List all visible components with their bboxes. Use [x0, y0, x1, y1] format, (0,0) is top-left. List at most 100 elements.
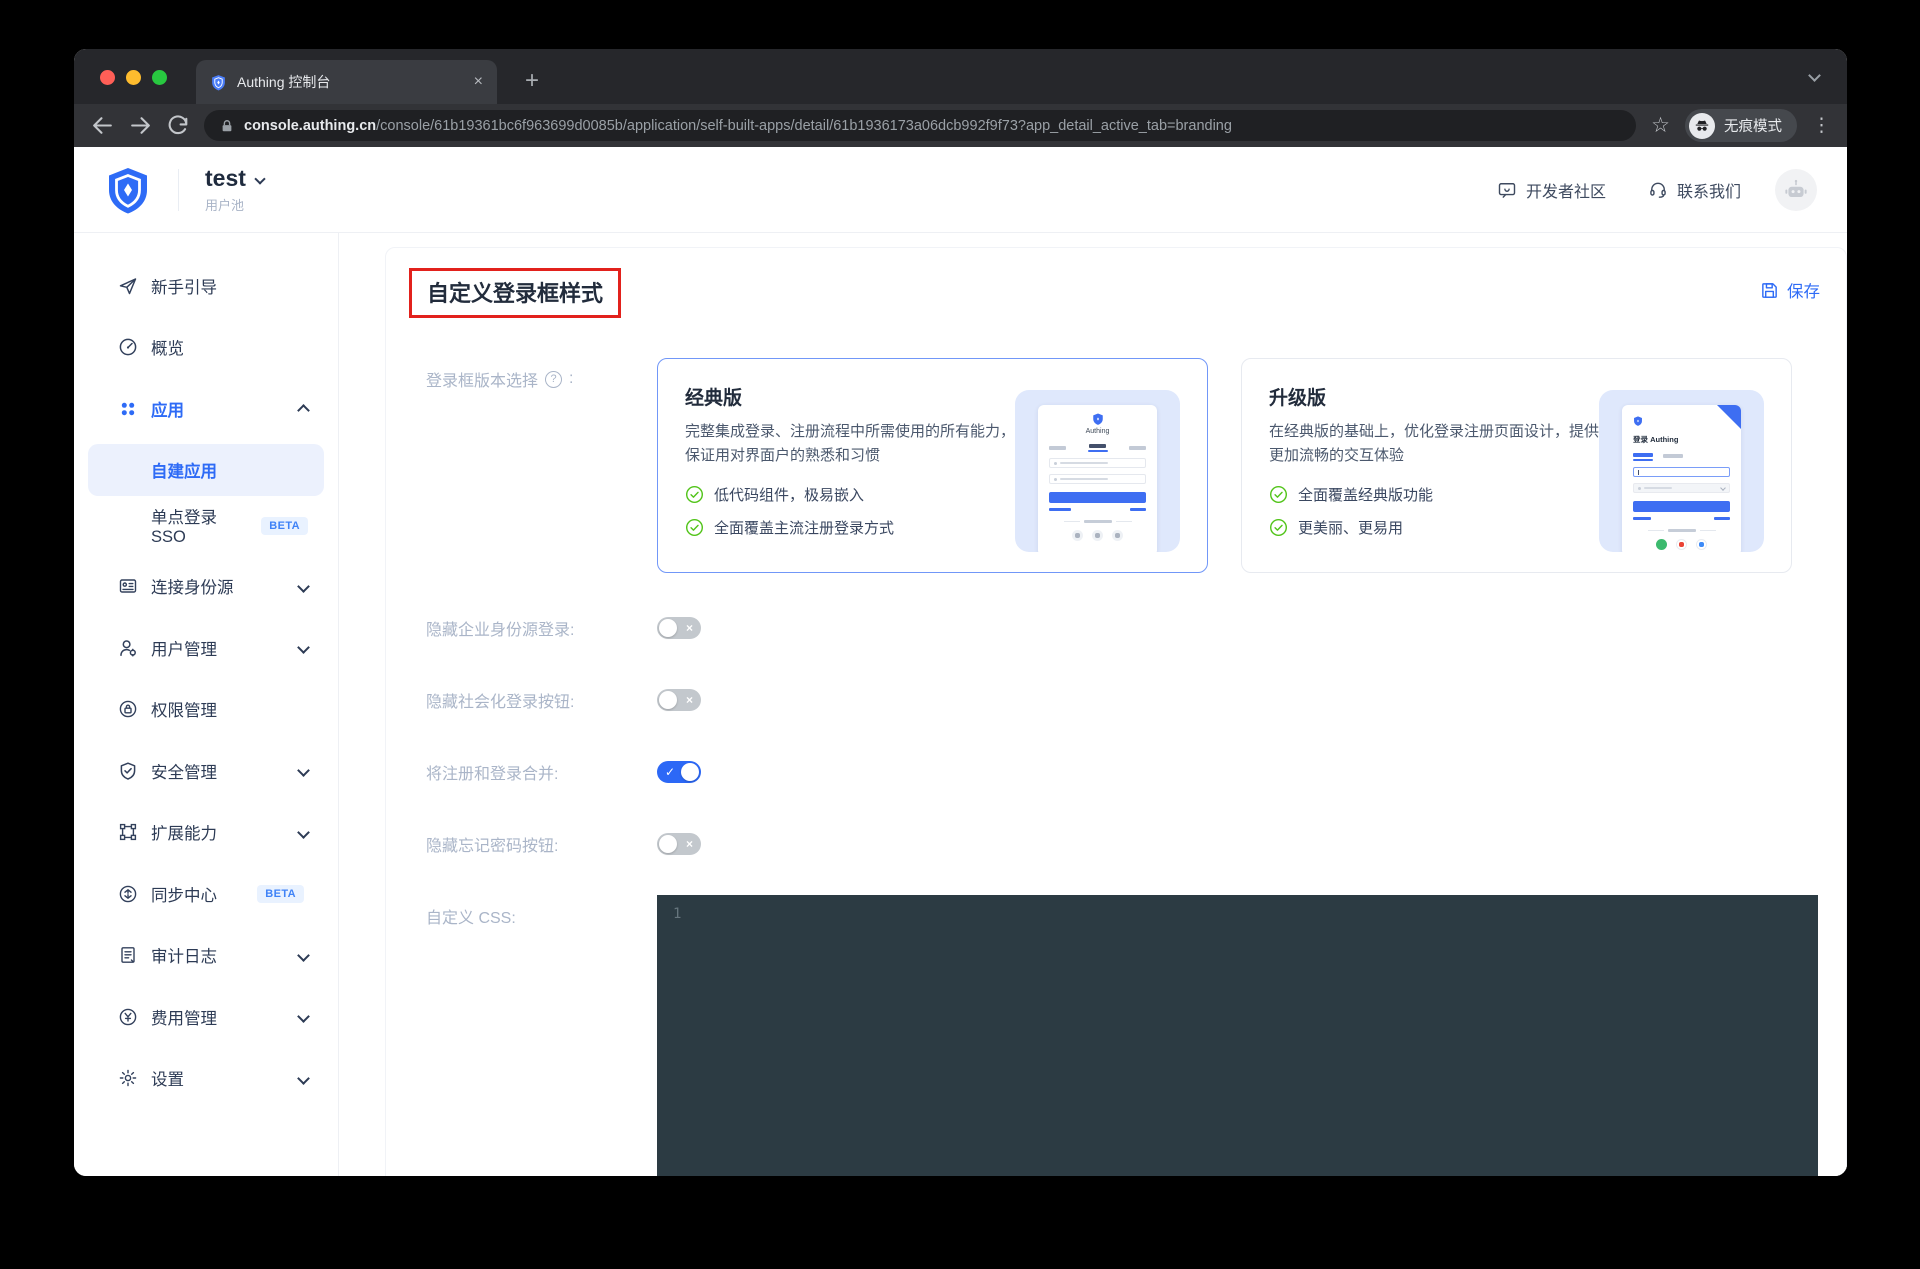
sidebar-item-user-management[interactable]: 用户管理	[74, 617, 338, 679]
maximize-window-button[interactable]	[152, 70, 167, 85]
version-card-classic[interactable]: 经典版 完整集成登录、注册流程中所需使用的所有能力，保证用对界面户的熟悉和习惯 …	[657, 358, 1208, 573]
id-card-icon	[118, 576, 138, 596]
mini-shield-icon	[1633, 416, 1643, 426]
merge-login-register-label: 将注册和登录合并:	[426, 760, 558, 784]
lock-circle-icon	[118, 699, 138, 719]
mini-brand-text: Authing	[1049, 428, 1146, 435]
sidebar-item-sso[interactable]: 单点登录 SSO BETA	[88, 500, 324, 552]
developer-community-link[interactable]: 开发者社区	[1497, 178, 1606, 202]
gear-icon	[118, 1068, 138, 1088]
sidebar-item-identity-sources[interactable]: 连接身份源	[74, 556, 338, 618]
hide-social-login-toggle[interactable]: ×	[657, 689, 701, 711]
tab-search-chevron-icon[interactable]	[1808, 69, 1821, 82]
close-window-button[interactable]	[100, 70, 115, 85]
tab-strip: Authing 控制台 × +	[74, 49, 1847, 104]
upgraded-version-preview: 登录 Authing	[1599, 390, 1764, 552]
minimize-window-button[interactable]	[126, 70, 141, 85]
back-button[interactable]	[90, 113, 115, 138]
sidebar-item-billing[interactable]: 费用管理	[74, 986, 338, 1048]
gauge-icon	[118, 337, 138, 357]
sidebar-item-overview[interactable]: 概览	[74, 317, 338, 379]
toggle-off-glyph: ×	[686, 693, 693, 707]
hide-enterprise-idp-toggle[interactable]: ×	[657, 617, 701, 639]
save-button[interactable]: 保存	[1760, 278, 1820, 302]
address-bar[interactable]: console.authing.cn/console/61b19361bc6f9…	[204, 110, 1636, 141]
workspace-chevron-down-icon	[254, 173, 265, 184]
sidebar-item-permissions[interactable]: 权限管理	[74, 679, 338, 741]
css-code-editor[interactable]: 1	[657, 895, 1818, 1176]
sidebar-item-settings[interactable]: 设置	[74, 1048, 338, 1110]
forward-button[interactable]	[128, 113, 153, 138]
toggle-knob	[659, 691, 677, 709]
sidebar-item-applications[interactable]: 应用	[74, 378, 338, 440]
check-circle-icon	[685, 518, 704, 537]
user-gear-icon	[118, 638, 138, 658]
sidebar-item-extensions[interactable]: 扩展能力	[74, 802, 338, 864]
beta-badge: BETA	[257, 885, 304, 903]
card-description: 完整集成登录、注册流程中所需使用的所有能力，保证用对界面户的熟悉和习惯	[685, 420, 1017, 468]
incognito-icon	[1689, 113, 1715, 139]
help-icon[interactable]: ?	[545, 371, 562, 388]
comment-icon	[1497, 180, 1517, 200]
sidebar-item-audit-logs[interactable]: 审计日志	[74, 925, 338, 987]
branding-panel: 自定义登录框样式 保存 登录框版本选择 ? : 经典版 完整集成登录、注册流程中…	[385, 247, 1847, 1176]
workspace-type-label: 用户池	[205, 195, 264, 214]
mini-login-button	[1049, 492, 1146, 503]
incognito-label: 无痕模式	[1724, 115, 1782, 136]
toggle-off-glyph: ×	[686, 621, 693, 635]
contact-us-link[interactable]: 联系我们	[1648, 178, 1741, 202]
toggle-knob	[659, 835, 677, 853]
toggle-on-glyph: ✓	[665, 765, 675, 779]
card-description: 在经典版的基础上，优化登录注册页面设计，提供更加流畅的交互体验	[1269, 420, 1601, 468]
chevron-down-icon	[297, 1010, 310, 1023]
sidebar-item-security[interactable]: 安全管理	[74, 740, 338, 802]
url-domain: console.authing.cn	[244, 118, 376, 134]
workspace-switcher[interactable]: test 用户池	[205, 165, 264, 214]
toggle-off-glyph: ×	[686, 837, 693, 851]
hide-forgot-password-toggle[interactable]: ×	[657, 833, 701, 855]
mini-shield-icon	[1092, 413, 1104, 425]
toggle-knob	[681, 763, 699, 781]
headset-icon	[1648, 180, 1668, 200]
user-avatar[interactable]	[1775, 169, 1817, 211]
sync-icon	[118, 884, 138, 904]
sidebar-item-guide[interactable]: 新手引导	[74, 255, 338, 317]
annotation-red-box: 自定义登录框样式	[409, 268, 621, 318]
expand-frame-icon	[118, 822, 138, 842]
authing-favicon-icon	[210, 74, 227, 91]
new-tab-button[interactable]: +	[514, 63, 550, 99]
apps-grid-icon	[118, 399, 138, 419]
money-circle-icon	[118, 1007, 138, 1027]
check-circle-icon	[1269, 485, 1288, 504]
classic-version-preview: Authing	[1015, 390, 1180, 552]
audit-log-icon	[118, 945, 138, 965]
browser-tab[interactable]: Authing 控制台 ×	[196, 60, 497, 104]
header-divider	[178, 169, 179, 211]
browser-menu-icon[interactable]: ⋮	[1812, 114, 1831, 137]
merge-login-register-toggle[interactable]: ✓	[657, 761, 701, 783]
chevron-down-icon	[297, 580, 310, 593]
toggle-knob	[659, 619, 677, 637]
incognito-badge: 无痕模式	[1685, 109, 1797, 142]
version-select-label: 登录框版本选择 ? :	[426, 367, 573, 391]
chevron-down-icon	[297, 641, 310, 654]
beta-badge: BETA	[261, 517, 308, 535]
check-circle-icon	[685, 485, 704, 504]
app-body: 新手引导 概览 应用 自建应用 单点登录 SSO BETA 连接身份源	[74, 233, 1847, 1176]
https-lock-icon	[220, 119, 234, 133]
tab-title: Authing 控制台	[237, 72, 474, 92]
paper-plane-icon	[118, 276, 138, 296]
sidebar-item-self-built-apps[interactable]: 自建应用	[88, 444, 324, 496]
sidebar-nav: 新手引导 概览 应用 自建应用 单点登录 SSO BETA 连接身份源	[74, 233, 339, 1176]
sidebar-item-sync-center[interactable]: 同步中心 BETA	[74, 863, 338, 925]
editor-line-number: 1	[673, 906, 681, 922]
browser-window: Authing 控制台 × + console.authing.cn/conso…	[74, 49, 1847, 1176]
version-card-upgraded[interactable]: 升级版 在经典版的基础上，优化登录注册页面设计，提供更加流畅的交互体验 全面覆盖…	[1241, 358, 1792, 573]
browser-toolbar: console.authing.cn/console/61b19361bc6f9…	[74, 104, 1847, 147]
workspace-name: test	[205, 165, 246, 192]
chevron-up-icon	[297, 404, 310, 417]
chevron-down-icon	[297, 826, 310, 839]
tab-close-icon[interactable]: ×	[474, 73, 483, 91]
bookmark-star-icon[interactable]: ☆	[1651, 113, 1670, 138]
reload-button[interactable]	[166, 113, 191, 138]
